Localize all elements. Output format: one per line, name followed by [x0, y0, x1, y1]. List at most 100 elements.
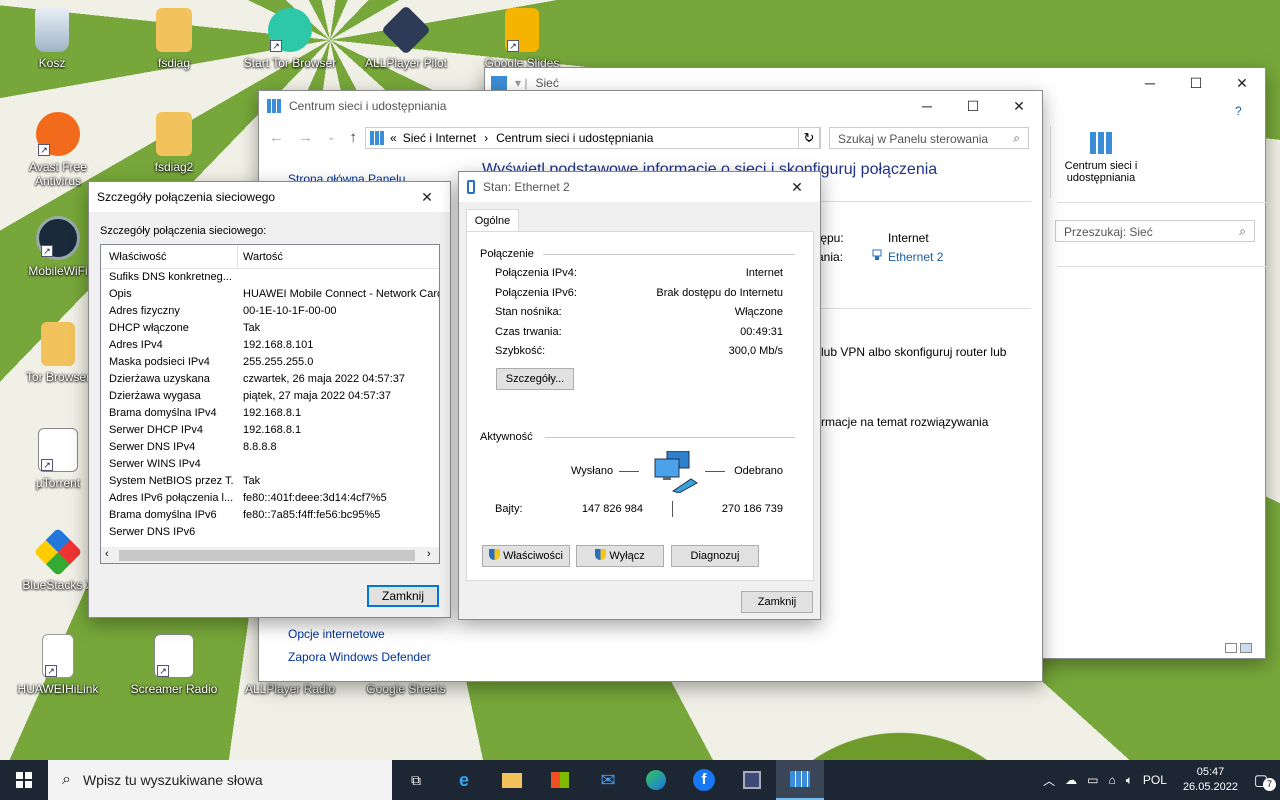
sidebar-link-windows-firewall[interactable]: Zapora Windows Defender	[288, 650, 431, 664]
view-toggle-icons[interactable]	[1225, 642, 1259, 654]
horizontal-scrollbar[interactable]: ‹ ›	[101, 547, 439, 563]
close-button[interactable]: ✕	[404, 182, 450, 212]
scrollbar-thumb[interactable]	[119, 550, 415, 561]
start-button[interactable]	[0, 760, 48, 800]
table-row[interactable]: Adres fizyczny 00-1E-10-1F-00-00	[101, 303, 439, 320]
table-row[interactable]: Adres IPv4 192.168.8.101	[101, 337, 439, 354]
table-row[interactable]: Serwer DNS IPv4 8.8.8.8	[101, 439, 439, 456]
close-button[interactable]: ✕	[1219, 68, 1265, 98]
table-row[interactable]: Sufiks DNS konkretneg...	[101, 269, 439, 286]
quick-access-toolbar-icon[interactable]: ▾ |	[515, 76, 527, 90]
control-panel-titlebar: Centrum sieci i udostępniania ─ ☐ ✕	[259, 91, 1042, 121]
maximize-button[interactable]: ☐	[950, 91, 996, 121]
breadcrumb-overflow-icon[interactable]: «	[390, 131, 397, 145]
access-type-value: Internet	[888, 231, 929, 245]
scroll-right-icon[interactable]: ›	[427, 548, 431, 560]
disable-button[interactable]: Wyłącz	[576, 545, 664, 567]
recent-locations-icon[interactable]: ⌄	[327, 129, 335, 147]
table-row[interactable]: Maska podsieci IPv4 255.255.255.0	[101, 354, 439, 371]
network-tray-icon[interactable]: ⌂	[1108, 773, 1115, 787]
task-view-icon[interactable]: ⧉	[392, 760, 440, 800]
column-header-value[interactable]: Wartość	[243, 251, 283, 263]
desktop-icon-allplayer-pilot[interactable]: ALLPlayer Pilot	[358, 5, 454, 70]
language-indicator[interactable]: POL	[1143, 773, 1167, 787]
desktop-icon-recycle-bin[interactable]: Kosz	[4, 8, 100, 70]
scroll-left-icon[interactable]: ‹	[105, 548, 109, 560]
details-button[interactable]: Szczegóły...	[496, 368, 574, 390]
table-row[interactable]: DHCP włączone Tak	[101, 320, 439, 337]
desktop-icon-fsdiag[interactable]: fsdiag	[126, 8, 222, 70]
taskbar-search-box[interactable]: ⌕ Wpisz tu wyszukiwane słowa	[48, 760, 392, 800]
microsoft-store-icon[interactable]	[536, 760, 584, 800]
volume-icon[interactable]: 🔈︎	[1126, 773, 1133, 788]
facebook-icon[interactable]: f	[680, 760, 728, 800]
minimize-button[interactable]: ─	[904, 91, 950, 121]
help-icon[interactable]: ?	[1235, 104, 1242, 118]
ribbon-network-center-button[interactable]: Centrum sieci i udostępniania	[1059, 130, 1143, 184]
details-list[interactable]: Właściwość Wartość Sufiks DNS konkretneg…	[100, 244, 440, 564]
network-center-taskbar-icon[interactable]	[776, 760, 824, 800]
battery-icon[interactable]: ▭	[1087, 773, 1098, 787]
close-button[interactable]: ✕	[996, 91, 1042, 121]
column-divider[interactable]	[237, 245, 238, 269]
back-arrow-icon[interactable]: ←	[269, 129, 284, 147]
table-row[interactable]: Brama domyślna IPv6 fe80::7a85:f4ff:fe56:…	[101, 507, 439, 524]
large-icons-view-icon[interactable]	[1240, 643, 1253, 653]
value-cell: piątek, 27 maja 2022 04:57:37	[243, 390, 392, 402]
property-cell: Adres fizyczny	[109, 305, 180, 317]
connection-ethernet-2-link[interactable]: Ethernet 2	[888, 250, 943, 264]
desktop-icon-screamer-radio[interactable]: ↗ Screamer Radio	[126, 634, 222, 696]
diagnose-button[interactable]: Diagnozuj	[671, 545, 759, 567]
table-row[interactable]: Dzierżawa wygasa piątek, 27 maja 2022 04:…	[101, 388, 439, 405]
property-cell: Dzierżawa uzyskana	[109, 373, 210, 385]
desktop-icon-avast[interactable]: ↗ Avast Free Antivirus	[10, 112, 106, 188]
file-explorer-icon[interactable]	[488, 760, 536, 800]
desktop-icon-huaweihilink[interactable]: ↗ HUAWEIHiLink	[10, 634, 106, 696]
details-close-button[interactable]: Zamknij	[367, 585, 439, 607]
forward-arrow-icon[interactable]: →	[298, 129, 313, 147]
tab-general[interactable]: Ogólne	[466, 209, 519, 232]
address-bar[interactable]: « Sieć i Internet › Centrum sieci i udos…	[365, 127, 821, 149]
wifi-icon: ↗	[36, 216, 80, 260]
details-dialog-title: Szczegóły połączenia sieciowego	[97, 190, 276, 204]
refresh-icon[interactable]: ↻	[798, 127, 820, 149]
explorer-search-placeholder: Przeszukaj: Sieć	[1064, 225, 1153, 239]
close-button[interactable]: ✕	[774, 172, 820, 202]
mail-icon[interactable]: ✉	[584, 760, 632, 800]
edge-icon[interactable]	[632, 760, 680, 800]
table-row[interactable]: Serwer WINS IPv4	[101, 456, 439, 473]
control-panel-search-input[interactable]: Szukaj w Panelu sterowania ⌕	[829, 127, 1029, 149]
search-icon: ⌕	[1239, 224, 1246, 238]
table-row[interactable]: Dzierżawa uzyskana czwartek, 26 maja 2022…	[101, 371, 439, 388]
table-row[interactable]: Opis HUAWEI Mobile Connect - Network Card	[101, 286, 439, 303]
column-header-property[interactable]: Właściwość	[109, 251, 166, 263]
breadcrumb-item[interactable]: Centrum sieci i udostępniania	[496, 131, 653, 145]
minimize-button[interactable]: ─	[1127, 68, 1173, 98]
properties-button-label: Właściwości	[503, 550, 563, 562]
sidebar-link-internet-options[interactable]: Opcje internetowe	[288, 627, 385, 641]
table-row[interactable]: System NetBIOS przez T... Tak	[101, 473, 439, 490]
table-row[interactable]: Brama domyślna IPv4 192.168.8.1	[101, 405, 439, 422]
breadcrumb-item[interactable]: Sieć i Internet	[403, 131, 476, 145]
desktop-icon-google-slides[interactable]: ↗ Google Slides	[474, 8, 570, 70]
explorer-search-input[interactable]: Przeszukaj: Sieć ⌕	[1055, 220, 1255, 242]
status-close-button[interactable]: Zamknij	[741, 591, 813, 613]
properties-button[interactable]: Właściwości	[482, 545, 570, 567]
edge-legacy-icon[interactable]: e	[440, 760, 488, 800]
up-arrow-icon[interactable]: ↑	[349, 129, 357, 147]
sent-label: Wysłano	[571, 465, 614, 477]
cloud-icon[interactable]: ☁	[1065, 773, 1077, 787]
table-row[interactable]: Serwer DNS IPv6	[101, 524, 439, 541]
table-row[interactable]: Serwer DHCP IPv4 192.168.8.1	[101, 422, 439, 439]
table-row[interactable]: Adres IPv6 połączenia l... fe80::401f:dee…	[101, 490, 439, 507]
property-cell: DHCP włączone	[109, 322, 189, 334]
maximize-button[interactable]: ☐	[1173, 68, 1219, 98]
property-cell: Sufiks DNS konkretneg...	[109, 271, 232, 283]
notifications-button[interactable]: ▢ 7	[1248, 771, 1276, 791]
desktop-icon-fsdiag2[interactable]: fsdiag2	[126, 112, 222, 174]
floppy-disk-icon[interactable]	[728, 760, 776, 800]
details-view-icon[interactable]	[1225, 643, 1237, 653]
desktop-icon-start-tor-browser[interactable]: ↗ Start Tor Browser	[242, 8, 338, 70]
show-hidden-icons-chevron-icon[interactable]: ︿	[1043, 772, 1055, 789]
clock[interactable]: 05:47 26.05.2022	[1183, 765, 1238, 795]
